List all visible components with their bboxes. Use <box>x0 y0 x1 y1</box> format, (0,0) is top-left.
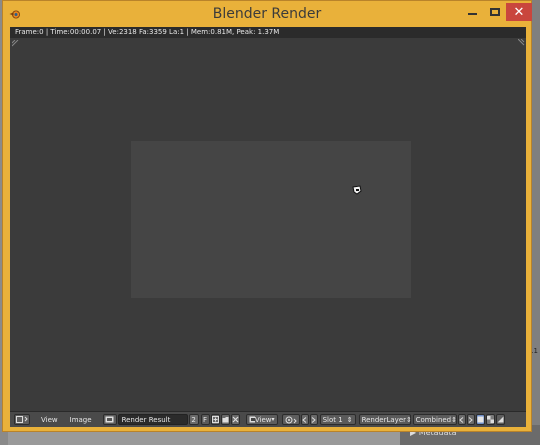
display-alpha-button[interactable] <box>485 414 495 425</box>
chevron-left-icon <box>459 416 464 423</box>
menu-image[interactable]: Image <box>67 416 95 424</box>
chevron-right-icon <box>311 416 316 423</box>
render-slot-select[interactable]: Slot 1 ⇕ <box>319 414 356 425</box>
spinner-icon: ⇕ <box>451 415 458 424</box>
render-info-bar: Frame:0 | Time:00:00.07 | Ve:2318 Fa:335… <box>10 27 526 38</box>
image-editor-icon <box>16 416 28 423</box>
color-channel-icon <box>477 416 484 423</box>
checker-alpha-icon <box>486 416 494 423</box>
display-color-button[interactable] <box>475 414 485 425</box>
render-layer-label: RenderLayer <box>361 415 406 424</box>
image-browse-button[interactable] <box>102 414 117 425</box>
window-title: Blender Render <box>212 6 322 22</box>
render-layer-select[interactable]: RenderLayer ⇕ <box>358 414 412 425</box>
pivot-point-select[interactable] <box>281 414 300 425</box>
close-button[interactable]: ✕ <box>506 3 532 21</box>
corner-widget-top-right[interactable] <box>518 39 525 46</box>
open-image-button[interactable] <box>220 414 230 425</box>
unlink-image-button[interactable] <box>230 414 240 425</box>
chevron-right-icon <box>468 416 473 423</box>
editor-type-menu[interactable] <box>14 414 30 425</box>
eyedropper-cursor-icon <box>352 185 362 195</box>
pass-next-button[interactable] <box>466 414 475 425</box>
image-editor: Frame:0 | Time:00:00.07 | Ve:2318 Fa:335… <box>10 27 526 427</box>
title-bar[interactable]: Blender Render ✕ <box>3 1 532 27</box>
new-image-icon <box>211 416 219 423</box>
users-count: 2 <box>188 414 199 425</box>
image-name-field[interactable]: Render Result <box>117 414 188 425</box>
editor-header: View Image Render Result 2 F View ▾ Slot… <box>10 411 526 427</box>
close-icon <box>232 416 238 423</box>
chevron-left-icon <box>302 416 307 423</box>
pivot-icon <box>285 416 297 423</box>
spinner-icon: ⇕ <box>406 415 412 424</box>
view-mode-select[interactable]: View ▾ <box>245 414 278 425</box>
pass-prev-button[interactable] <box>457 414 466 425</box>
render-viewport[interactable] <box>10 38 526 411</box>
minimize-icon <box>467 13 477 15</box>
new-image-button[interactable] <box>210 414 220 425</box>
spinner-icon: ⇕ <box>346 415 353 424</box>
render-pass-label: Combined <box>415 415 452 424</box>
image-browse-icon <box>105 416 114 423</box>
z-buffer-icon <box>497 416 504 423</box>
slot-next-button[interactable] <box>309 414 318 425</box>
slot-label: Slot 1 <box>322 415 343 424</box>
maximize-button[interactable] <box>484 3 506 21</box>
chevron-down-icon: ▾ <box>271 416 275 423</box>
menu-view[interactable]: View <box>38 416 61 424</box>
render-window: Blender Render ✕ Frame:0 | Time:00:00.07… <box>2 0 532 432</box>
corner-widget-top-left[interactable] <box>12 40 19 47</box>
fake-user-button[interactable]: F <box>200 414 210 425</box>
minimize-button[interactable] <box>461 3 483 21</box>
render-pass-select[interactable]: Combined ⇕ <box>412 414 458 425</box>
slot-prev-button[interactable] <box>300 414 309 425</box>
display-z-button[interactable] <box>495 414 505 425</box>
render-result-image <box>131 141 411 298</box>
folder-icon <box>222 417 229 423</box>
view-label: View <box>254 415 272 424</box>
maximize-icon <box>490 8 500 16</box>
